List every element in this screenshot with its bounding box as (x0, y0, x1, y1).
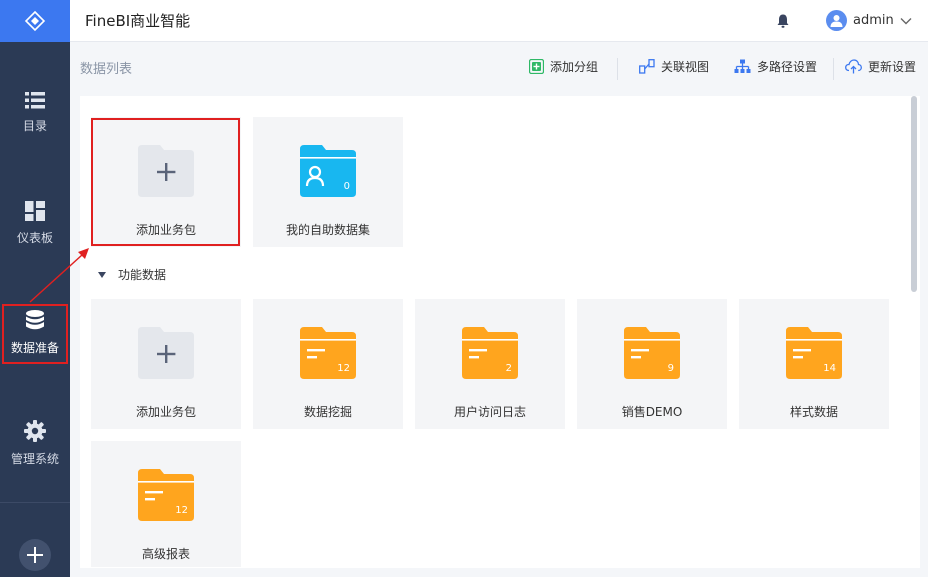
annotation-arrow (29, 248, 89, 303)
